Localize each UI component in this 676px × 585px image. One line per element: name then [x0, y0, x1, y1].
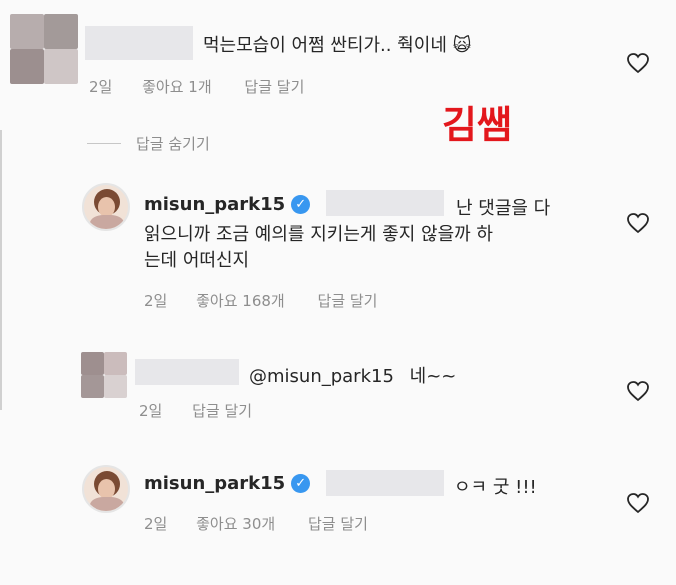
like-count[interactable]: 좋아요 30개: [196, 515, 275, 533]
comment-text: 먹는모습이 어쩜 싼티가.. 줙이네 🙀: [203, 31, 471, 57]
verified-badge-icon: ✓: [291, 195, 311, 214]
reply-text-line3: 는데 어떠신지: [144, 250, 250, 271]
blurred-mention[interactable]: [326, 470, 444, 496]
reply-button[interactable]: 답글 달기: [318, 292, 378, 310]
timestamp: 2일: [139, 402, 163, 420]
reply-button[interactable]: 답글 달기: [192, 402, 252, 420]
reply-meta: 2일 답글 달기: [139, 400, 252, 421]
heart-icon[interactable]: [626, 492, 650, 514]
timestamp: 2일: [144, 292, 168, 310]
mention-link[interactable]: @misun_park15: [249, 366, 394, 387]
verified-badge-icon: ✓: [291, 474, 311, 493]
comment-body: 먹는모습이 어쩜 싼티가.. 줙이네: [203, 35, 447, 56]
left-edge-divider: [0, 130, 2, 410]
hide-replies-button[interactable]: 답글 숨기기: [136, 133, 210, 154]
blurred-mention[interactable]: [326, 190, 444, 216]
blurred-username[interactable]: [85, 26, 193, 60]
timestamp: 2일: [144, 515, 168, 533]
reply-text: @misun_park15 네~~: [249, 362, 456, 388]
reply-body: ㅇㅋ 굿 !!!: [454, 477, 537, 498]
reply-text-line1: 난 댓글을 다: [456, 198, 551, 219]
avatar[interactable]: [81, 352, 127, 398]
avatar[interactable]: [82, 465, 130, 513]
reply-header: misun_park15 ✓: [144, 473, 311, 494]
scream-cat-emoji-icon: 🙀: [452, 35, 472, 56]
overlay-label: 김쌤: [442, 103, 512, 147]
reply-body: 네~~: [409, 366, 457, 387]
reply-header: misun_park15 ✓: [144, 194, 311, 215]
reply-button[interactable]: 답글 달기: [244, 78, 304, 96]
timestamp: 2일: [89, 78, 113, 96]
heart-icon[interactable]: [626, 380, 650, 402]
avatar[interactable]: [82, 183, 130, 231]
reply-meta: 2일 좋아요 168개 답글 달기: [144, 290, 377, 311]
like-count[interactable]: 좋아요 1개: [142, 78, 212, 96]
reply-text-line2: 읽으니까 조금 예의를 지키는게 좋지 않을까 하: [144, 224, 493, 245]
username[interactable]: misun_park15: [144, 473, 285, 494]
username[interactable]: misun_park15: [144, 194, 285, 215]
heart-icon[interactable]: [626, 212, 650, 234]
reply-meta: 2일 좋아요 30개 답글 달기: [144, 513, 368, 534]
like-count[interactable]: 좋아요 168개: [196, 292, 285, 310]
reply-button[interactable]: 답글 달기: [308, 515, 368, 533]
avatar[interactable]: [10, 14, 78, 84]
comment-meta: 2일 좋아요 1개 답글 달기: [89, 76, 304, 97]
blurred-username[interactable]: [135, 359, 239, 385]
heart-icon[interactable]: [626, 52, 650, 74]
